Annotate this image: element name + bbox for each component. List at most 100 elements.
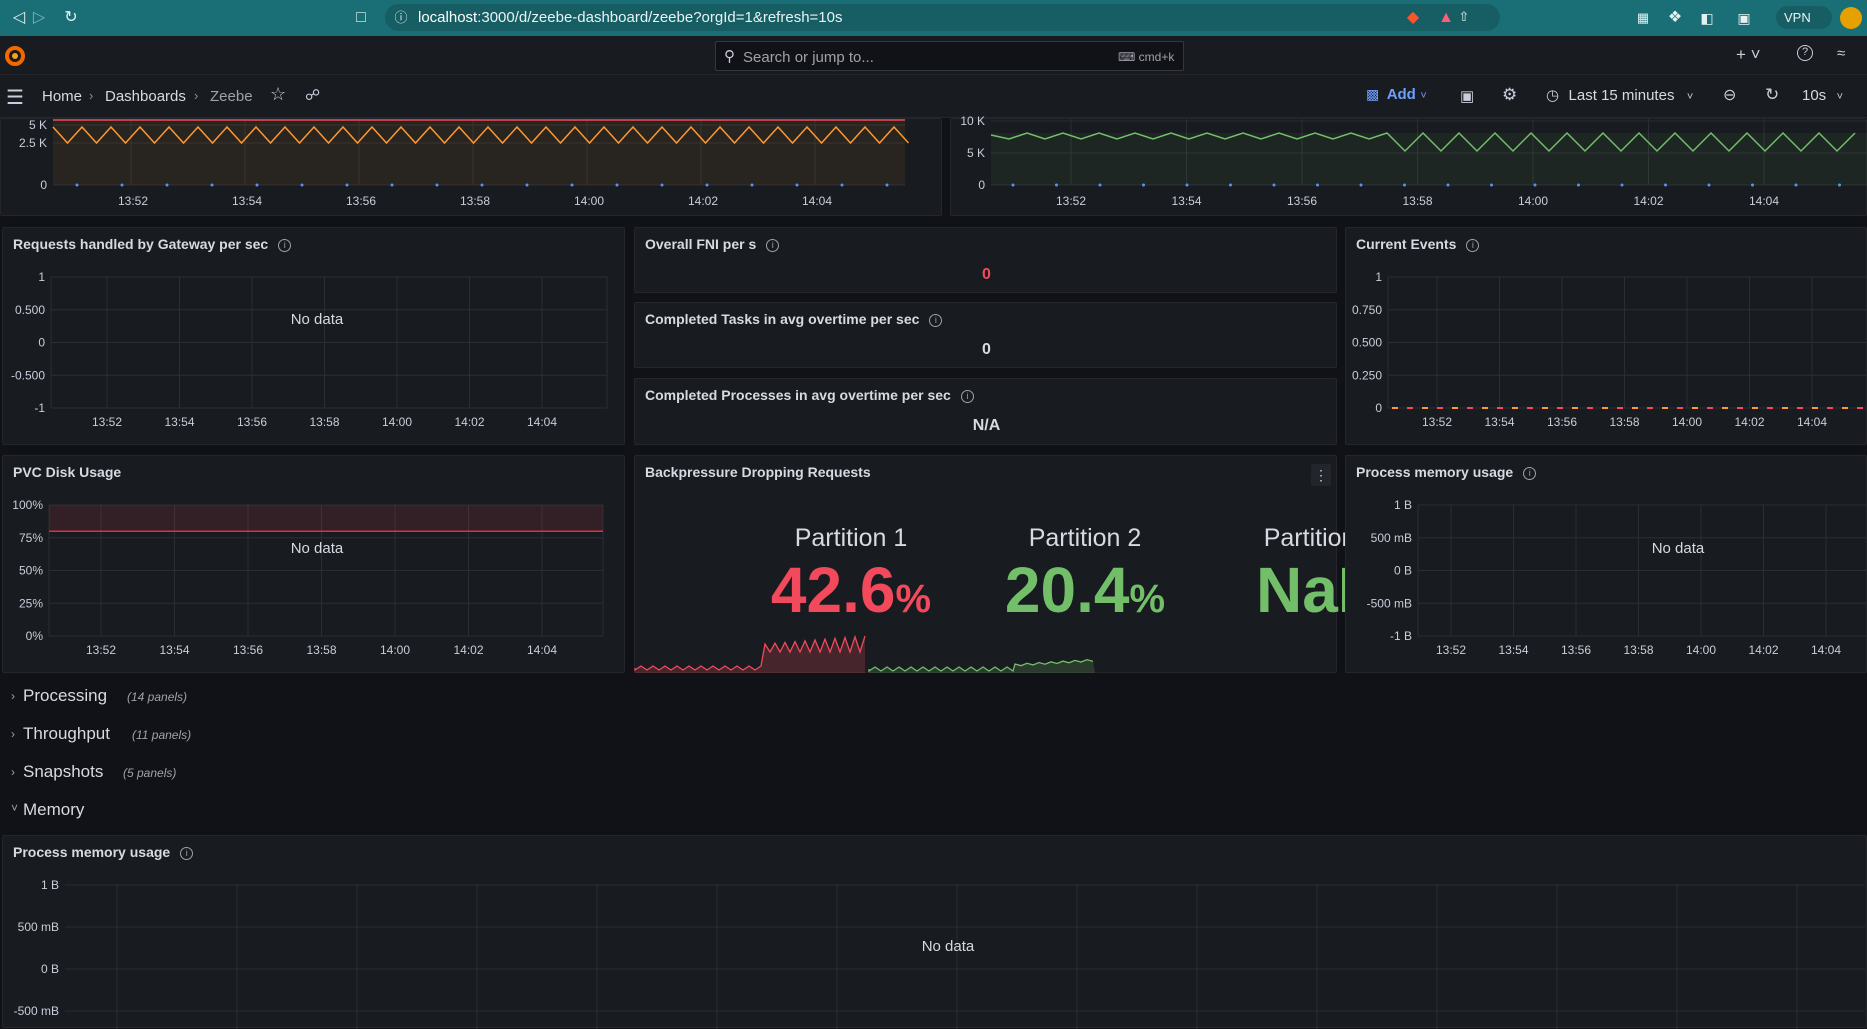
refresh-icon[interactable]: ↻ — [1765, 85, 1779, 105]
series-point — [75, 183, 79, 187]
info-icon[interactable]: i — [929, 313, 943, 327]
series-point — [1446, 183, 1450, 187]
x-tick-label: 14:02 — [453, 643, 483, 657]
memory-process-usage-panel: Process memory usage i 1 B 500 mB 0 B -500 m… — [2, 835, 1867, 1029]
refresh-interval-label: 10s — [1802, 87, 1827, 104]
grafana-logo-icon[interactable] — [2, 43, 28, 69]
row-snapshots[interactable]: › Snapshots (5 panels) — [0, 757, 1867, 788]
series-point — [570, 183, 574, 187]
y-tick-label: 0 — [978, 178, 985, 192]
y-tick-label: 1 — [1375, 270, 1382, 284]
series-point — [1707, 183, 1711, 187]
y-tick-label: 0.250 — [1352, 368, 1382, 382]
gear-icon[interactable]: ⚙ — [1502, 85, 1517, 105]
completed-processes-value: N/A — [972, 417, 1001, 434]
y-tick-label: 0.500 — [15, 303, 45, 317]
x-tick-label: 13:58 — [309, 415, 339, 429]
time-range-picker[interactable]: ◷ Last 15 minutes ˅ — [1546, 86, 1693, 105]
row-title: Throughput — [23, 724, 110, 743]
add-button[interactable]: ▩ Add ˅ — [1366, 86, 1427, 106]
x-tick-label: 14:00 — [380, 643, 410, 657]
series-point — [1751, 183, 1754, 187]
reload-icon[interactable]: ↻ — [60, 7, 82, 29]
x-tick-label: 13:58 — [1609, 415, 1639, 429]
y-tick-label: 1 B — [1394, 498, 1412, 512]
series-point — [1055, 183, 1058, 187]
qr-icon[interactable]: ▦ — [1632, 7, 1654, 29]
news-icon[interactable]: ≈ — [1837, 45, 1845, 62]
top-navigation: ⚲ Search or jump to... ⌨ cmd+k + ˅ ? ≈ — [0, 36, 1867, 75]
top-left-graph: 5 K 2.5 K 0 13:52 13:54 13:56 13:58 14:00 14:02 1… — [19, 118, 910, 208]
share-icon[interactable]: ☍ — [305, 86, 320, 104]
x-tick-label: 14:02 — [1748, 643, 1778, 657]
row-memory[interactable]: ˅ Memory — [0, 795, 1867, 826]
breadcrumb-home[interactable]: Home — [42, 88, 82, 105]
series-point — [1011, 183, 1015, 187]
brave-rewards-icon[interactable]: ▲ — [1435, 7, 1457, 29]
x-tick-label: 14:04 — [1749, 194, 1779, 208]
pvc-disk-usage-panel: PVC Disk Usage 100% 75% 50% 25% 0% 13:52 13:54… — [2, 455, 625, 673]
brave-shield-icon[interactable]: ◆ — [1402, 7, 1424, 29]
y-tick-label: 50% — [19, 564, 43, 578]
x-tick-label: 13:54 — [232, 194, 262, 208]
y-tick-label: 0 B — [1394, 564, 1412, 578]
refresh-interval-picker[interactable]: 10s ˅ — [1802, 87, 1843, 105]
chevron-down-icon: ˅ — [1836, 91, 1844, 103]
series-area — [991, 133, 1867, 185]
save-icon[interactable]: ▣ — [1460, 87, 1474, 105]
chevron-right-icon: › — [11, 727, 15, 741]
pvc-graph: 100% 75% 50% 25% 0% 13:52 13:54 13:56 13:58 14:00… — [12, 498, 604, 657]
series-point — [1664, 183, 1667, 187]
forward-icon[interactable]: ▷ — [28, 7, 50, 29]
vpn-button[interactable]: VPN — [1776, 6, 1832, 29]
series-point — [1185, 183, 1189, 187]
memory-graph: 1 B 500 mB 0 B -500 mB — [14, 878, 1865, 1029]
series-point — [1620, 183, 1624, 187]
row-throughput[interactable]: › Throughput (11 panels) — [0, 719, 1867, 750]
y-tick-label: 0.750 — [1352, 303, 1382, 317]
series-point — [660, 183, 664, 187]
menu-icon[interactable]: ☰ — [6, 85, 24, 110]
row-panel-count: (14 panels) — [127, 690, 188, 704]
x-tick-label: 13:54 — [1498, 643, 1528, 657]
y-tick-label: 0.500 — [1352, 336, 1382, 350]
chevron-down-icon: ˅ — [11, 801, 19, 815]
bookmark-icon[interactable]: □ — [350, 7, 372, 29]
partition-label: Partition 2 — [1028, 524, 1142, 552]
chevron-down-icon: ˅ — [1420, 90, 1427, 102]
zoom-out-icon[interactable]: ⊖ — [1723, 85, 1736, 105]
help-icon[interactable]: ? — [1797, 45, 1813, 61]
breadcrumb-dashboards[interactable]: Dashboards — [105, 88, 186, 105]
back-icon[interactable]: ◁ — [8, 7, 30, 29]
extensions-icon[interactable]: ❖ — [1664, 7, 1686, 29]
x-tick-label: 13:58 — [1623, 643, 1653, 657]
y-tick-label: 25% — [19, 596, 43, 610]
info-icon[interactable]: i — [766, 238, 780, 252]
browser-toolbar: ◁ ▷ ↻ □ ⓘ localhost:3000/d/zeebe-dashboa… — [0, 0, 1867, 36]
y-tick-label: -1 — [34, 401, 45, 415]
sidebar-icon[interactable]: ◧ — [1696, 7, 1718, 29]
series-point — [1272, 183, 1276, 187]
x-tick-label: 14:02 — [688, 194, 718, 208]
fni-stat-panel: Overall FNI per si 0 — [634, 227, 1337, 293]
star-icon[interactable]: ☆ — [270, 84, 286, 105]
search-input[interactable]: ⚲ Search or jump to... ⌨ cmd+k — [715, 41, 1184, 71]
x-tick-label: 13:56 — [233, 643, 263, 657]
new-menu-icon[interactable]: + ˅ — [1736, 45, 1761, 65]
y-tick-label: 1 B — [41, 878, 59, 892]
top-left-graph-panel: 5 K 2.5 K 0 13:52 13:54 13:56 13:58 14:00 14:02 1… — [0, 118, 942, 216]
wallet-icon[interactable]: ▣ — [1733, 7, 1755, 29]
row-processing[interactable]: › Processing (14 panels) — [0, 681, 1867, 712]
series-point — [840, 183, 844, 187]
info-icon[interactable]: i — [960, 389, 974, 403]
x-tick-label: 14:00 — [1672, 415, 1702, 429]
chevron-right-icon: › — [11, 689, 15, 703]
x-tick-label: 14:04 — [802, 194, 832, 208]
x-tick-label: 14:00 — [1686, 643, 1716, 657]
site-info-icon[interactable]: ⓘ — [390, 7, 412, 29]
partition-value: 42.6% — [770, 554, 932, 626]
series-point — [750, 183, 754, 187]
profile-avatar[interactable] — [1840, 7, 1862, 29]
series-point — [255, 183, 259, 187]
address-bar[interactable]: ⓘ localhost:3000/d/zeebe-dashboard/zeebe… — [385, 4, 1500, 31]
